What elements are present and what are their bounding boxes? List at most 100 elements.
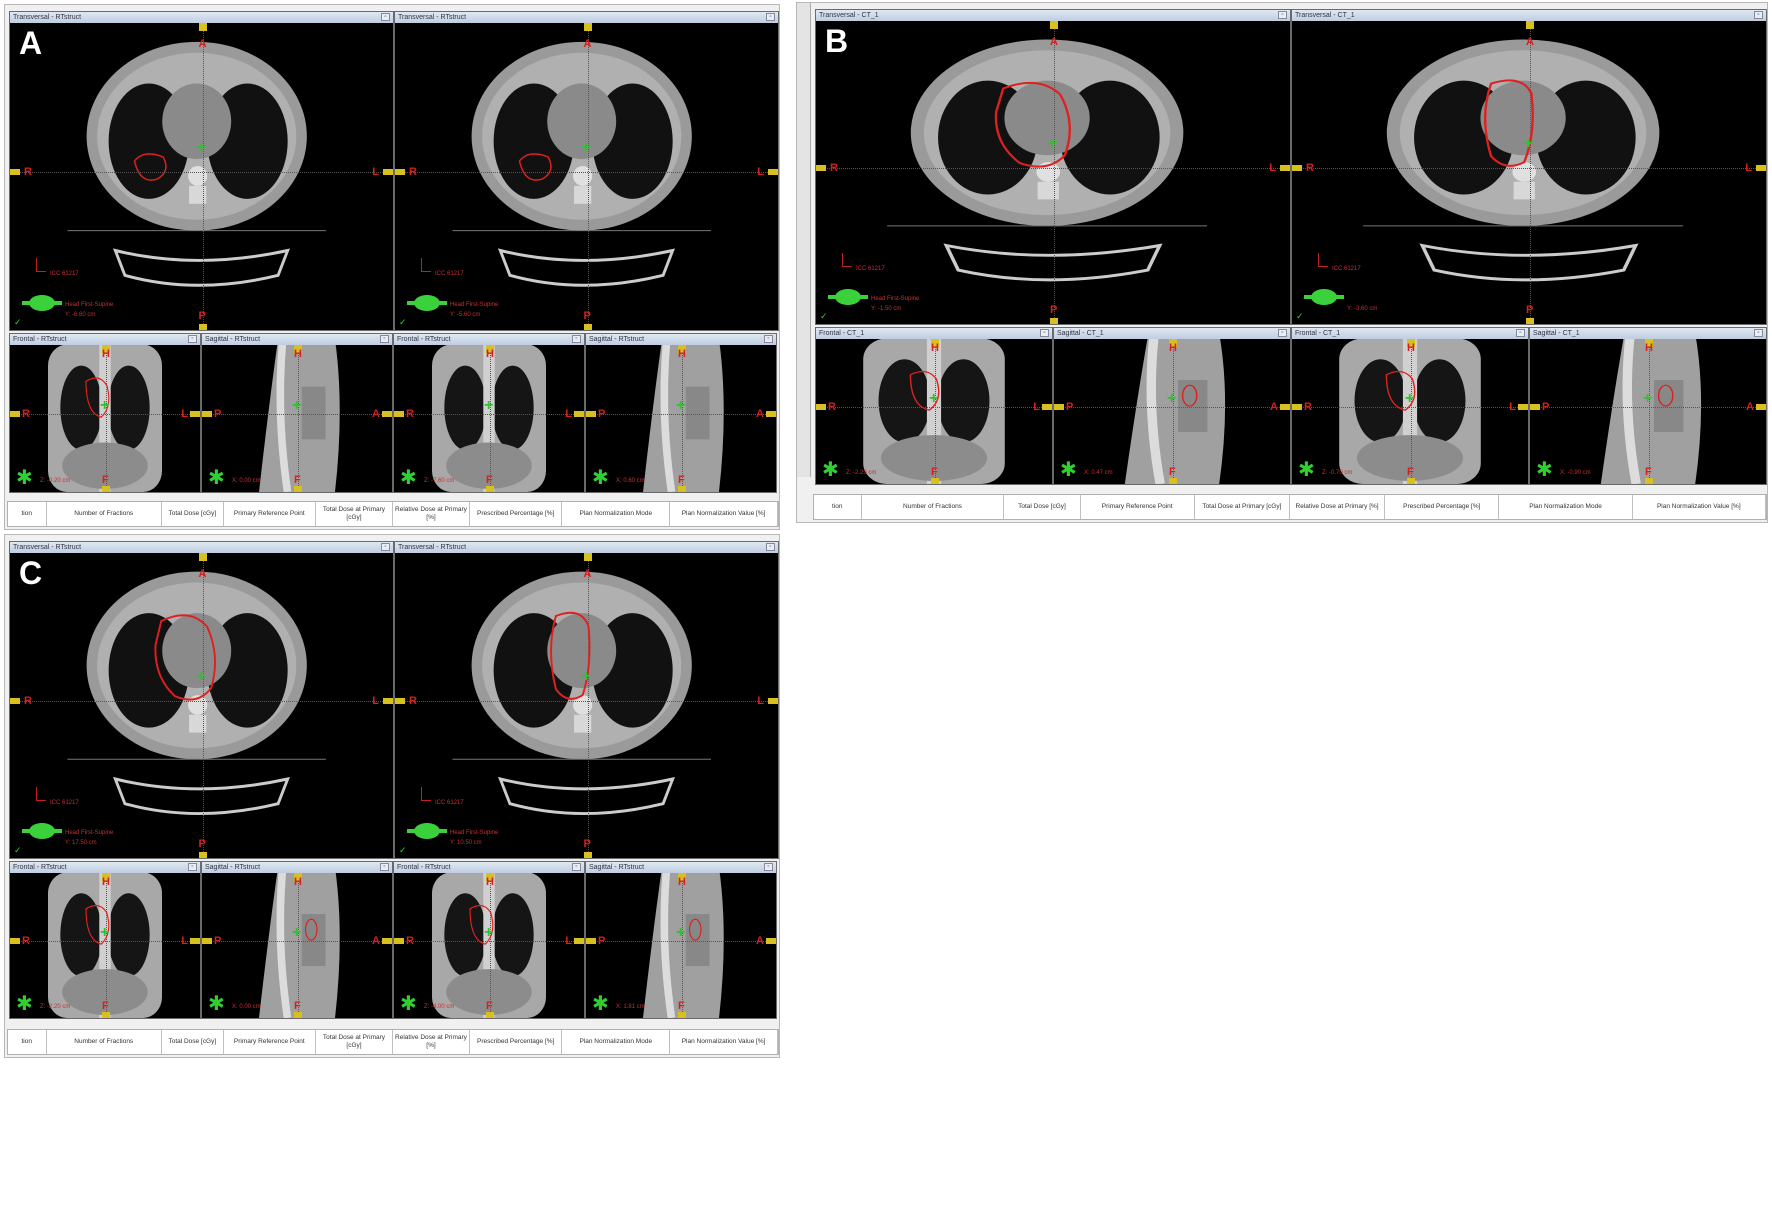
view-title[interactable]: Sagittal - RTstruct ▫ (202, 862, 392, 873)
sagittal-view[interactable]: Sagittal - RTstruct ▫ H F P A + ✱ X: 0.60 cm (585, 333, 777, 493)
table-header-cell[interactable]: Total Dose at Primary [cGy] (1195, 495, 1290, 519)
bottom-marker[interactable] (678, 486, 686, 492)
crosshair-plus-icon[interactable]: + (1405, 391, 1414, 407)
table-header-cell[interactable]: Plan Normalization Value [%] (670, 1030, 778, 1054)
right-marker[interactable] (768, 169, 778, 175)
right-marker[interactable] (383, 698, 393, 704)
right-marker[interactable] (1280, 404, 1290, 410)
view-title[interactable]: Frontal - CT_1 ▫ (1292, 328, 1528, 339)
top-marker[interactable] (198, 23, 207, 31)
window-button-icon[interactable]: ▫ (1040, 329, 1049, 337)
view-title[interactable]: Frontal - RTstruct ▫ (394, 862, 584, 873)
window-button-icon[interactable]: ▫ (381, 13, 390, 21)
crosshair-plus-icon[interactable]: + (582, 140, 591, 156)
crosshair-plus-icon[interactable]: + (100, 925, 109, 941)
bottom-marker[interactable] (102, 1012, 110, 1018)
frontal-view[interactable]: Frontal - RTstruct ▫ H F R L + ✱ Z: -4.00 cm (393, 861, 585, 1019)
frontal-view[interactable]: Frontal - RTstruct ▫ H F R L + ✱ Z: -7.60 cm (393, 333, 585, 493)
crosshair-plus-icon[interactable]: + (582, 669, 591, 685)
crosshair-plus-icon[interactable]: + (929, 391, 938, 407)
left-marker[interactable] (395, 698, 405, 704)
left-marker[interactable] (586, 411, 596, 417)
scrollbar[interactable] (797, 3, 811, 477)
sagittal-view[interactable]: Sagittal - RTstruct ▫ H F P A + ✱ X: 1.81 cm (585, 861, 777, 1019)
bottom-marker[interactable] (583, 324, 592, 330)
left-marker[interactable] (202, 938, 212, 944)
window-button-icon[interactable]: ▫ (1278, 11, 1287, 19)
frontal-view[interactable]: Frontal - CT_1 ▫ H F R L + ✱ Z: -2.20 cm (815, 327, 1053, 485)
table-header-cell[interactable]: Plan Normalization Value [%] (1633, 495, 1766, 519)
table-header-cell[interactable]: Primary Reference Point (224, 1030, 316, 1054)
window-button-icon[interactable]: ▫ (764, 335, 773, 343)
view-title[interactable]: Sagittal - RTstruct ▫ (586, 334, 776, 345)
bottom-marker[interactable] (1169, 478, 1177, 484)
left-marker[interactable] (10, 698, 20, 704)
table-header-cell[interactable]: Number of Fractions (862, 495, 1005, 519)
sagittal-view[interactable]: Sagittal - RTstruct ▫ H F P A + ✱ X: 0.00 cm (201, 333, 393, 493)
view-title[interactable]: Transversal - RTstruct ▫ (10, 12, 393, 23)
bottom-marker[interactable] (294, 486, 302, 492)
window-button-icon[interactable]: ▫ (766, 13, 775, 21)
bottom-marker[interactable] (294, 1012, 302, 1018)
transversal-view[interactable]: Transversal - RTstruct ▫ A P R L + ICC 61217 Hea… (394, 11, 779, 331)
bottom-marker[interactable] (198, 324, 207, 330)
top-marker[interactable] (583, 553, 592, 561)
transversal-view[interactable]: Transversal - RTstruct ▫ A P R L + ICC 61217 Hea… (9, 11, 394, 331)
table-header-cell[interactable]: tion (8, 502, 47, 526)
crosshair-plus-icon[interactable]: + (484, 925, 493, 941)
top-marker[interactable] (583, 23, 592, 31)
top-marker[interactable] (1526, 21, 1534, 29)
right-marker[interactable] (1756, 165, 1766, 171)
left-marker[interactable] (10, 169, 20, 175)
bottom-marker[interactable] (1526, 318, 1534, 324)
bottom-marker[interactable] (486, 486, 494, 492)
bottom-marker[interactable] (931, 478, 939, 484)
crosshair-plus-icon[interactable]: + (676, 925, 685, 941)
sagittal-view[interactable]: Sagittal - CT_1 ▫ H F P A + ✱ X: -0.90 cm (1529, 327, 1767, 485)
table-header-cell[interactable]: Primary Reference Point (224, 502, 316, 526)
window-button-icon[interactable]: ▫ (1278, 329, 1287, 337)
window-button-icon[interactable]: ▫ (1754, 11, 1763, 19)
table-header-cell[interactable]: tion (8, 1030, 47, 1054)
left-marker[interactable] (395, 169, 405, 175)
crosshair-plus-icon[interactable]: + (197, 669, 206, 685)
right-marker[interactable] (383, 169, 393, 175)
right-marker[interactable] (768, 698, 778, 704)
view-title[interactable]: Sagittal - RTstruct ▫ (202, 334, 392, 345)
right-marker[interactable] (382, 938, 392, 944)
table-header-cell[interactable]: Primary Reference Point (1081, 495, 1195, 519)
transversal-view[interactable]: Transversal - RTstruct ▫ A P R L + ICC 61217 Hea… (394, 541, 779, 859)
crosshair-plus-icon[interactable]: + (484, 398, 493, 414)
table-header-cell[interactable]: Prescribed Percentage [%] (470, 1030, 563, 1054)
view-title[interactable]: Transversal - CT_1 ▫ (1292, 10, 1766, 21)
right-marker[interactable] (382, 411, 392, 417)
crosshair-plus-icon[interactable]: + (1167, 391, 1176, 407)
bottom-marker[interactable] (678, 1012, 686, 1018)
view-title[interactable]: Transversal - RTstruct ▫ (395, 12, 778, 23)
view-title[interactable]: Frontal - RTstruct ▫ (10, 862, 200, 873)
right-marker[interactable] (1042, 404, 1052, 410)
window-button-icon[interactable]: ▫ (188, 863, 197, 871)
sagittal-view[interactable]: Sagittal - CT_1 ▫ H F P A + ✱ X: 0.47 cm (1053, 327, 1291, 485)
right-marker[interactable] (1518, 404, 1528, 410)
left-marker[interactable] (586, 938, 596, 944)
crosshair-plus-icon[interactable]: + (1524, 136, 1533, 152)
table-header-cell[interactable]: Plan Normalization Mode (1499, 495, 1633, 519)
crosshair-plus-icon[interactable]: + (292, 925, 301, 941)
right-marker[interactable] (1280, 165, 1290, 171)
right-marker[interactable] (1756, 404, 1766, 410)
bottom-marker[interactable] (1645, 478, 1653, 484)
frontal-view[interactable]: Frontal - RTstruct ▫ H F R L + ✱ Z: -0.20 cm (9, 333, 201, 493)
table-header-cell[interactable]: tion (814, 495, 862, 519)
view-title[interactable]: Sagittal - CT_1 ▫ (1530, 328, 1766, 339)
table-header-cell[interactable]: Prescribed Percentage [%] (1385, 495, 1500, 519)
window-button-icon[interactable]: ▫ (572, 863, 581, 871)
left-marker[interactable] (816, 165, 826, 171)
window-button-icon[interactable]: ▫ (1516, 329, 1525, 337)
left-marker[interactable] (394, 411, 404, 417)
crosshair-plus-icon[interactable]: + (197, 140, 206, 156)
left-marker[interactable] (10, 411, 20, 417)
window-button-icon[interactable]: ▫ (1754, 329, 1763, 337)
bottom-marker[interactable] (486, 1012, 494, 1018)
transversal-view[interactable]: Transversal - CT_1 ▫ A P R L + ICC 61217 Y: -3.6… (1291, 9, 1767, 325)
